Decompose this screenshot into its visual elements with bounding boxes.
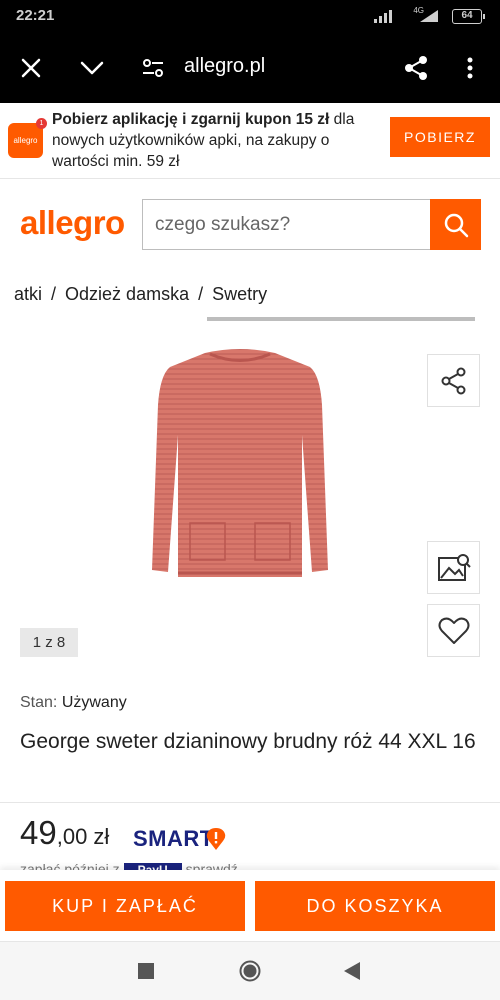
add-to-cart-button[interactable]: DO KOSZYKA [255,881,495,931]
product-price: 49,00 zł [20,814,109,852]
buy-now-button[interactable]: KUP I ZAPŁAĆ [5,881,245,931]
battery-level: 64 [461,10,473,21]
price-cents: ,00 [56,824,88,849]
breadcrumb-item[interactable]: Odzież damska [65,284,189,304]
search-input[interactable]: czego szukasz? [142,199,430,250]
condition-label: Stan: [20,694,58,711]
home-icon[interactable] [239,960,261,982]
breadcrumb-separator: / [198,284,204,304]
system-navigation-bar [0,942,500,1000]
app-promo-text: Pobierz aplikację i zgarnij kupon 15 zł … [52,109,382,172]
breadcrumb-item[interactable]: atki [14,284,42,304]
signal-icon [374,10,392,23]
site-settings-icon[interactable] [138,53,168,83]
download-app-button[interactable]: POBIERZ [390,117,490,157]
smart-badge[interactable]: SMART [133,826,214,852]
product-title: George sweter dzianinowy brudny róż 44 X… [20,730,476,753]
notification-badge: 1 [36,118,47,129]
image-search-button[interactable] [427,541,480,594]
status-time: 22:21 [16,7,55,24]
browser-toolbar: allegro.pl [0,33,500,103]
breadcrumb-item[interactable]: Swetry [212,284,267,304]
app-promo-bold: Pobierz aplikację i zgarnij kupon 15 zł [52,111,330,128]
battery-icon: 64 [452,9,485,24]
chevron-down-icon[interactable] [77,53,107,83]
divider [0,802,500,803]
status-bar: 22:21 4G 64 [0,0,500,33]
app-logo-text: allegro [13,136,38,145]
heart-icon [438,617,469,644]
gallery-counter: 1 z 8 [20,628,78,657]
product-condition: Stan: Używany [20,694,127,712]
allegro-logo[interactable]: allegro [20,204,125,242]
more-vert-icon[interactable] [455,53,485,83]
add-to-favorites-button[interactable] [427,604,480,657]
address-bar-url[interactable]: allegro.pl [184,55,265,78]
product-image[interactable] [150,345,330,590]
close-icon[interactable] [16,53,46,83]
price-currency: zł [93,824,110,849]
recent-apps-icon[interactable] [135,960,157,982]
share-icon [441,367,465,394]
search-icon [444,213,468,237]
purchase-action-bar: KUP I ZAPŁAĆ DO KOSZYKA [0,870,500,942]
image-search-icon [437,553,471,581]
share-icon[interactable] [401,53,431,83]
allegro-app-logo: allegro 1 [8,118,47,158]
condition-value: Używany [61,694,127,711]
share-product-button[interactable] [427,354,480,407]
search-button[interactable] [430,199,481,250]
breadcrumb-scrollbar[interactable] [207,317,475,321]
cell-signal-icon [420,10,438,22]
breadcrumb: atki / Odzież damska / Swetry [14,284,267,305]
breadcrumb-separator: / [51,284,57,304]
back-icon[interactable] [341,960,363,982]
smart-pin-icon [206,828,226,850]
price-main: 49 [20,814,57,851]
app-promo-banner: allegro 1 Pobierz aplikację i zgarnij ku… [0,103,500,179]
